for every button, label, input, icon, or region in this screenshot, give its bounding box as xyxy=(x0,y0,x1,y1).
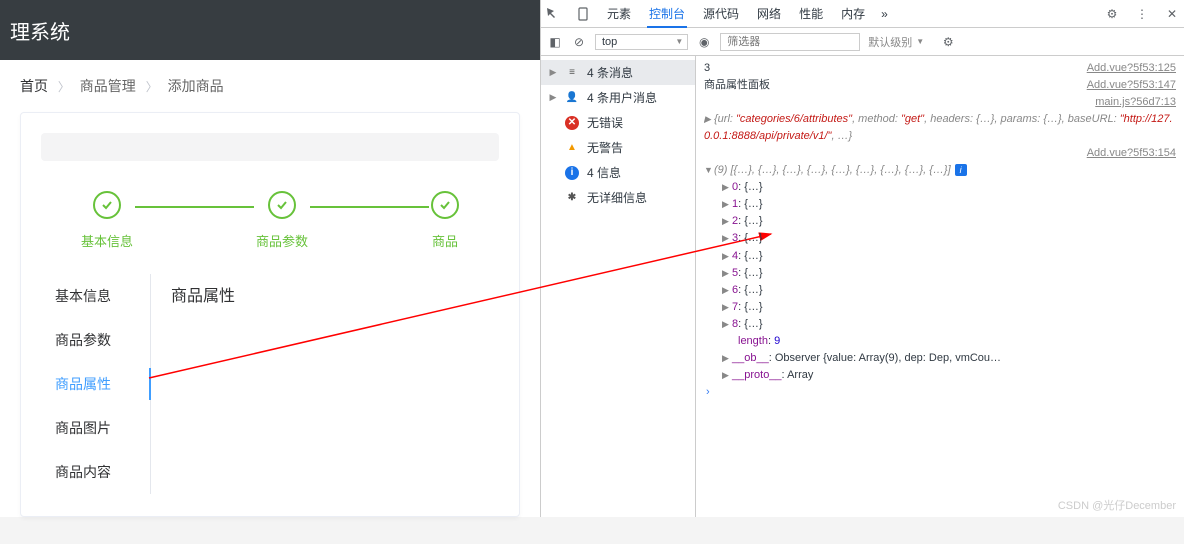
sb-user[interactable]: ▶👤4 条用户消息 xyxy=(541,85,695,110)
log-proto[interactable]: ▶__proto__: Array xyxy=(704,367,1176,384)
close-icon[interactable]: ✕ xyxy=(1164,6,1180,22)
step-line xyxy=(310,206,429,208)
eye-icon[interactable]: ◉ xyxy=(696,34,712,50)
watermark: CSDN @光仔December xyxy=(1058,497,1176,513)
breadcrumb: 首页 〉 商品管理 〉 添加商品 xyxy=(0,60,540,112)
tab-content[interactable]: 商品内容 xyxy=(41,450,150,494)
devtab-memory[interactable]: 内存 xyxy=(839,1,867,26)
source-link[interactable]: Add.vue?5f53:147 xyxy=(1087,77,1176,94)
log-array-item[interactable]: ▶4: {…} xyxy=(704,248,1176,265)
step-3: 商品 xyxy=(431,191,459,250)
log-row: main.js?56d7:13 xyxy=(704,94,1176,111)
log-array-item[interactable]: ▶0: {…} xyxy=(704,179,1176,196)
breadcrumb-last: 添加商品 xyxy=(168,78,224,94)
steps: 基本信息 商品参数 商品 xyxy=(41,191,499,250)
breadcrumb-mid[interactable]: 商品管理 xyxy=(80,78,136,94)
log-array-item[interactable]: ▶5: {…} xyxy=(704,265,1176,282)
vertical-tabs: 基本信息 商品参数 商品属性 商品图片 商品内容 xyxy=(41,274,151,494)
devtools-panel: 元素 控制台 源代码 网络 性能 内存 » ⚙ ⋮ ✕ ◧ ⊘ top ◉ 默认… xyxy=(540,0,1184,517)
level-select[interactable]: 默认级别 xyxy=(868,34,924,50)
console-body: ▶≡4 条消息 ▶👤4 条用户消息 ✕无错误 ▲无警告 i4 信息 ✱无详细信息… xyxy=(541,56,1184,517)
console-sidebar: ▶≡4 条消息 ▶👤4 条用户消息 ✕无错误 ▲无警告 i4 信息 ✱无详细信息 xyxy=(541,56,696,517)
tab-images[interactable]: 商品图片 xyxy=(41,406,150,450)
devtab-perf[interactable]: 性能 xyxy=(797,1,825,26)
log-object[interactable]: ▶{url: "categories/6/attributes", method… xyxy=(704,111,1176,145)
card-body: 基本信息 商品参数 商品属性 商品图片 商品内容 商品属性 xyxy=(41,274,499,494)
log-length: length: 9 xyxy=(704,333,1176,350)
content-title: 商品属性 xyxy=(171,282,479,306)
console-toolbar: ◧ ⊘ top ◉ 默认级别 ⚙ xyxy=(541,28,1184,56)
alert-bar xyxy=(41,133,499,161)
tab-content-area: 商品属性 xyxy=(151,274,499,494)
check-icon xyxy=(431,191,459,219)
log-array-item[interactable]: ▶6: {…} xyxy=(704,282,1176,299)
log-ob[interactable]: ▶__ob__: Observer {value: Array(9), dep:… xyxy=(704,350,1176,367)
sb-warnings[interactable]: ▲无警告 xyxy=(541,135,695,160)
sb-messages[interactable]: ▶≡4 条消息 xyxy=(541,60,695,85)
device-icon[interactable] xyxy=(575,6,591,22)
log-array-item[interactable]: ▶8: {…} xyxy=(704,316,1176,333)
app-header: 理系统 xyxy=(0,0,540,60)
log-row: 商品属性面板Add.vue?5f53:147 xyxy=(704,77,1176,94)
log-row: 3Add.vue?5f53:125 xyxy=(704,60,1176,77)
kebab-icon[interactable]: ⋮ xyxy=(1134,6,1150,22)
clear-icon[interactable]: ⊘ xyxy=(571,34,587,50)
sidebar-toggle-icon[interactable]: ◧ xyxy=(547,34,563,50)
step-1: 基本信息 xyxy=(81,191,133,250)
breadcrumb-sep: 〉 xyxy=(58,80,70,94)
devtab-console[interactable]: 控制台 xyxy=(647,1,687,28)
breadcrumb-home[interactable]: 首页 xyxy=(20,78,48,94)
devtab-sources[interactable]: 源代码 xyxy=(701,1,741,26)
tab-basic[interactable]: 基本信息 xyxy=(41,274,150,318)
sb-info[interactable]: i4 信息 xyxy=(541,160,695,185)
step-label: 商品 xyxy=(432,231,458,250)
console-output[interactable]: 3Add.vue?5f53:125 商品属性面板Add.vue?5f53:147… xyxy=(696,56,1184,517)
check-icon xyxy=(268,191,296,219)
log-array-item[interactable]: ▶3: {…} xyxy=(704,230,1176,247)
step-2: 商品参数 xyxy=(256,191,308,250)
filter-input[interactable] xyxy=(720,33,860,51)
app-title: 理系统 xyxy=(10,16,70,45)
sb-errors[interactable]: ✕无错误 xyxy=(541,110,695,135)
devtab-network[interactable]: 网络 xyxy=(755,1,783,26)
log-array-item[interactable]: ▶7: {…} xyxy=(704,299,1176,316)
breadcrumb-sep: 〉 xyxy=(146,80,158,94)
info-badge-icon: i xyxy=(955,164,967,176)
check-icon xyxy=(93,191,121,219)
context-select[interactable]: top xyxy=(595,34,688,50)
card: 基本信息 商品参数 商品 基本信息 商品参数 商品属性 商品图片 商品内容 xyxy=(20,112,520,517)
step-line xyxy=(135,206,254,208)
gear-icon[interactable]: ⚙ xyxy=(940,34,956,50)
app-pane: 理系统 首页 〉 商品管理 〉 添加商品 基本信息 商品参数 商品 xyxy=(0,0,540,517)
source-link[interactable]: Add.vue?5f53:154 xyxy=(1087,145,1176,162)
devtab-elements[interactable]: 元素 xyxy=(605,1,633,26)
log-array-item[interactable]: ▶1: {…} xyxy=(704,196,1176,213)
log-array[interactable]: ▼(9) [{…}, {…}, {…}, {…}, {…}, {…}, {…},… xyxy=(704,162,1176,179)
inspect-icon[interactable] xyxy=(545,6,561,22)
source-link[interactable]: main.js?56d7:13 xyxy=(1095,94,1176,111)
step-label: 商品参数 xyxy=(256,231,308,250)
tab-params[interactable]: 商品参数 xyxy=(41,318,150,362)
console-prompt[interactable]: › xyxy=(704,384,1176,401)
gear-icon[interactable]: ⚙ xyxy=(1104,6,1120,22)
source-link[interactable]: Add.vue?5f53:125 xyxy=(1087,60,1176,77)
devtab-more[interactable]: » xyxy=(881,7,888,21)
tab-attrs[interactable]: 商品属性 xyxy=(41,362,150,406)
sb-verbose[interactable]: ✱无详细信息 xyxy=(541,185,695,210)
devtools-tabs: 元素 控制台 源代码 网络 性能 内存 » ⚙ ⋮ ✕ xyxy=(541,0,1184,28)
step-label: 基本信息 xyxy=(81,231,133,250)
log-array-item[interactable]: ▶2: {…} xyxy=(704,213,1176,230)
log-row: Add.vue?5f53:154 xyxy=(704,145,1176,162)
